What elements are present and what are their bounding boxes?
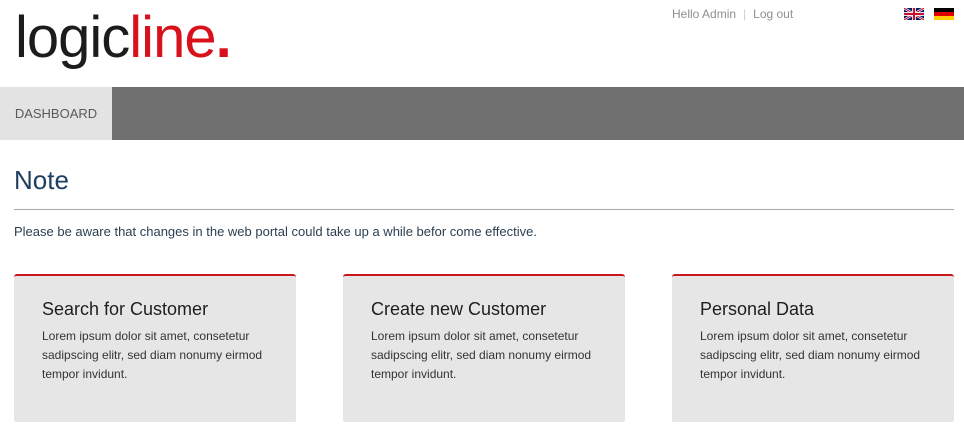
uk-flag-icon[interactable] — [904, 8, 924, 20]
logo-dot: . — [215, 5, 232, 70]
card-search-customer[interactable]: Search for Customer Lorem ipsum dolor si… — [14, 274, 296, 422]
card-description: Lorem ipsum dolor sit amet, consetetur s… — [371, 329, 592, 381]
nav-item-dashboard[interactable]: DASHBOARD — [0, 87, 112, 140]
card-create-customer[interactable]: Create new Customer Lorem ipsum dolor si… — [343, 274, 625, 422]
page-title: Note — [14, 165, 69, 195]
logo-text-logic: logic — [15, 5, 130, 70]
header: logicline. Hello Admin | Log out — [0, 0, 964, 87]
german-flag-icon[interactable] — [934, 8, 954, 20]
card-description: Lorem ipsum dolor sit amet, consetetur s… — [700, 329, 921, 381]
card-title: Create new Customer — [371, 299, 547, 319]
language-switcher — [904, 8, 954, 20]
card-title: Personal Data — [700, 299, 815, 319]
main-navigation: DASHBOARD — [0, 87, 964, 140]
title-divider — [14, 209, 954, 210]
card-description: Lorem ipsum dolor sit amet, consetetur s… — [42, 329, 263, 381]
userbar-separator: | — [743, 7, 747, 21]
greeting-text: Hello Admin — [672, 7, 737, 21]
card-title: Search for Customer — [42, 299, 209, 319]
card-personal-data[interactable]: Personal Data Lorem ipsum dolor sit amet… — [672, 274, 954, 422]
user-bar: Hello Admin | Log out — [672, 6, 793, 22]
logicline-logo[interactable]: logicline. — [15, 2, 232, 74]
logout-link[interactable]: Log out — [753, 7, 793, 21]
logo-text-line: line — [129, 5, 216, 70]
note-message: Please be aware that changes in the web … — [14, 224, 537, 239]
